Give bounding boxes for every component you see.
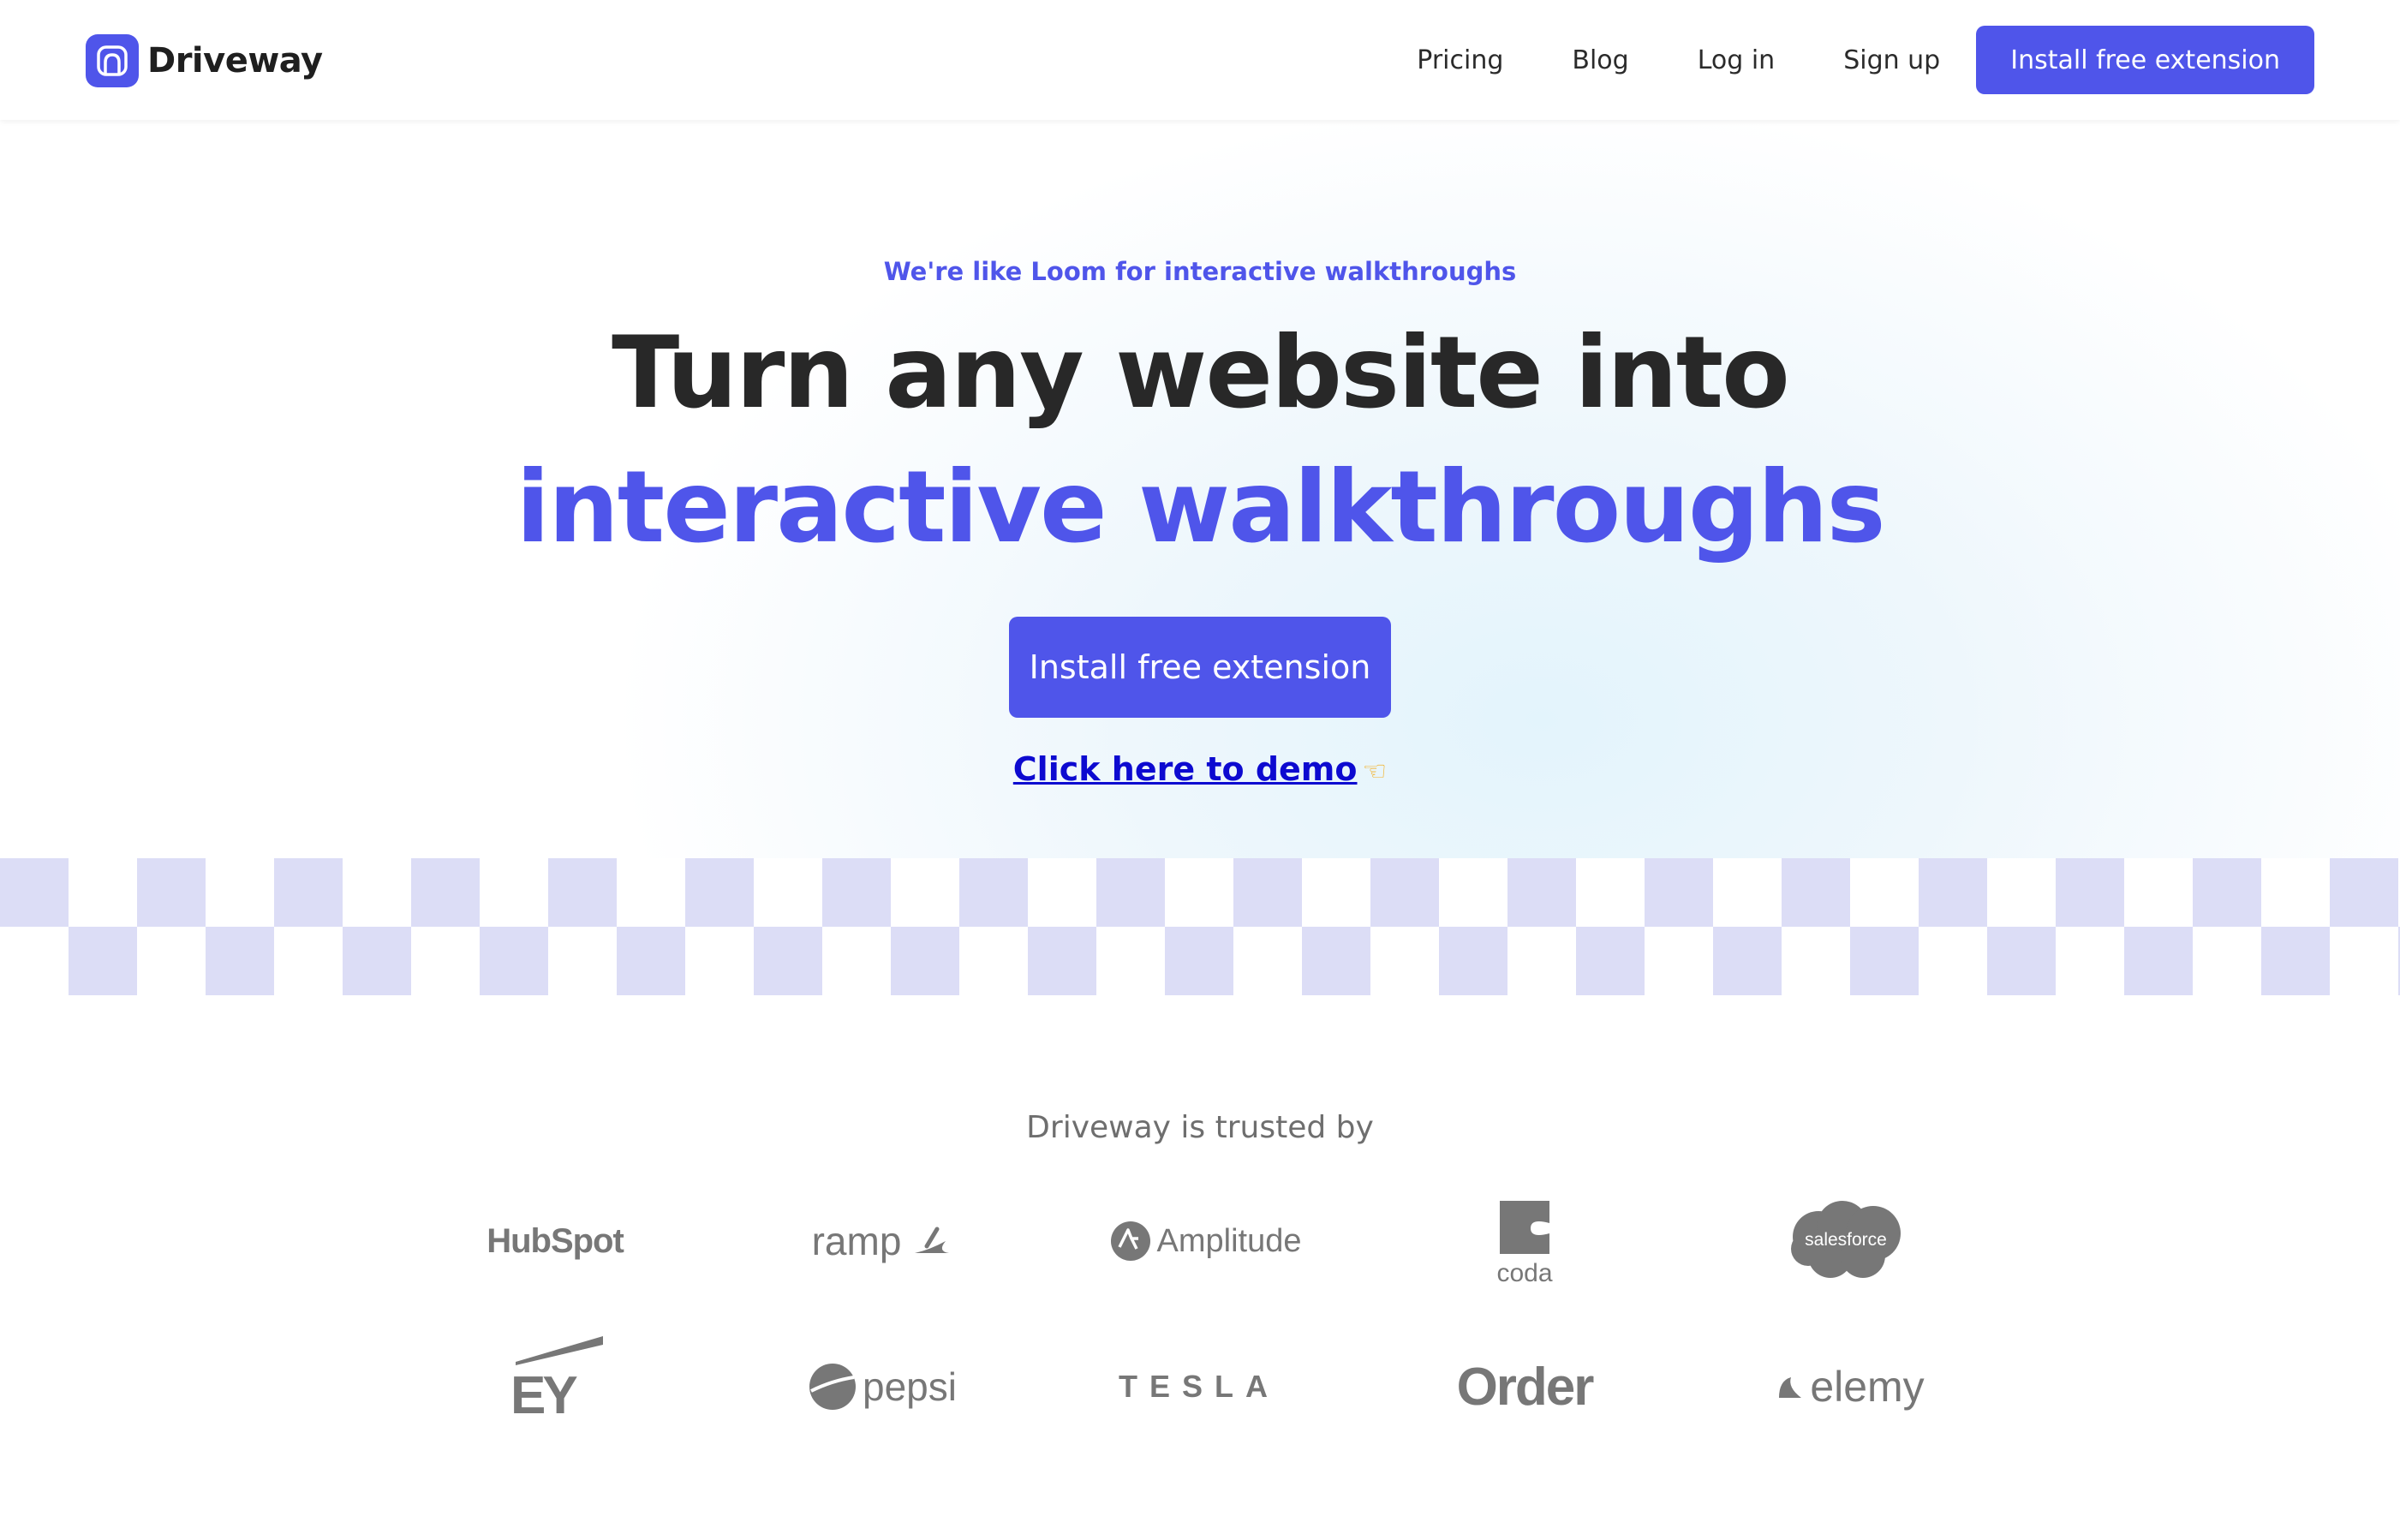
ramp-logo: ramp bbox=[788, 1203, 976, 1280]
checker-cell bbox=[1439, 927, 1507, 995]
checker-cell bbox=[2193, 858, 2261, 927]
checker-cell bbox=[411, 858, 480, 927]
nav-pricing-link[interactable]: Pricing bbox=[1417, 45, 1503, 75]
checker-cell bbox=[274, 858, 343, 927]
checker-cell bbox=[1096, 858, 1165, 927]
tesla-logo: TESLA bbox=[1118, 1369, 1280, 1404]
checker-cell bbox=[1028, 927, 1096, 995]
checker-cell bbox=[1713, 927, 1782, 995]
checker-cell bbox=[2261, 927, 2330, 995]
checker-cell bbox=[617, 927, 685, 995]
top-navigation-bar: Driveway Pricing Blog Log in Sign up Ins… bbox=[0, 0, 2400, 120]
checker-cell bbox=[69, 927, 137, 995]
checker-cell bbox=[1782, 858, 1850, 927]
hero-headline-line1: Turn any website into bbox=[612, 315, 1790, 431]
nav-blog-link[interactable]: Blog bbox=[1572, 45, 1628, 75]
checker-cell bbox=[891, 927, 959, 995]
checker-cell bbox=[206, 927, 274, 995]
elemy-leaf-icon bbox=[1779, 1377, 1802, 1398]
checker-cell bbox=[2330, 858, 2398, 927]
checker-cell bbox=[2056, 858, 2124, 927]
checker-cell bbox=[1919, 858, 1987, 927]
checker-cell bbox=[1645, 858, 1713, 927]
ey-logo: EY bbox=[497, 1328, 617, 1430]
checker-cell bbox=[1576, 927, 1645, 995]
ey-beam-icon bbox=[516, 1336, 603, 1365]
checker-cell bbox=[1507, 858, 1576, 927]
demo-link[interactable]: Click here to demo bbox=[1013, 750, 1358, 788]
header-install-extension-button[interactable]: Install free extension bbox=[1976, 26, 2314, 94]
salesforce-logo: salesforce bbox=[1782, 1197, 1910, 1283]
checker-cell bbox=[137, 858, 206, 927]
demo-link-wrapper: Click here to demo ☜ bbox=[0, 750, 2400, 788]
checker-cell bbox=[548, 858, 617, 927]
amplitude-icon bbox=[1110, 1221, 1150, 1261]
logo-text: Driveway bbox=[147, 41, 323, 81]
checker-cell bbox=[754, 927, 822, 995]
checker-cell bbox=[1302, 927, 1370, 995]
trusted-by-heading: Driveway is trusted by bbox=[1026, 1110, 1374, 1145]
pepsi-logo: pepsi bbox=[788, 1348, 976, 1425]
nav-links: Pricing Blog Log in Sign up Install free… bbox=[1417, 26, 2314, 94]
checker-cell bbox=[959, 858, 1028, 927]
nav-login-link[interactable]: Log in bbox=[1698, 45, 1775, 75]
checker-cell bbox=[1370, 858, 1439, 927]
hero-tagline: We're like Loom for interactive walkthro… bbox=[883, 257, 1517, 286]
checker-cell bbox=[685, 858, 754, 927]
driveway-logo-icon bbox=[86, 34, 139, 87]
coda-icon bbox=[1500, 1201, 1549, 1254]
checker-cell bbox=[1165, 927, 1233, 995]
coda-logo: coda bbox=[1456, 1196, 1593, 1290]
checker-cell bbox=[480, 927, 548, 995]
elemy-logo: elemy bbox=[1747, 1348, 1953, 1425]
driveway-logo[interactable]: Driveway bbox=[86, 34, 323, 87]
hubspot-logo: HubSpot bbox=[487, 1221, 624, 1260]
checker-cell bbox=[1987, 927, 2056, 995]
checkered-divider bbox=[0, 858, 2400, 995]
checker-cell bbox=[2124, 927, 2193, 995]
ramp-icon bbox=[915, 1227, 950, 1253]
checker-cell bbox=[1850, 927, 1919, 995]
hero-headline-line2: interactive walkthroughs bbox=[516, 450, 1885, 565]
checker-cell bbox=[1233, 858, 1302, 927]
hero-section: We're like Loom for interactive walkthro… bbox=[0, 120, 2400, 858]
pointing-hand-icon: ☜ bbox=[1362, 755, 1388, 787]
checker-cell bbox=[822, 858, 891, 927]
checker-cell bbox=[0, 858, 69, 927]
checker-cell bbox=[343, 927, 411, 995]
pepsi-globe-icon bbox=[809, 1364, 857, 1410]
nav-signup-link[interactable]: Sign up bbox=[1843, 45, 1940, 75]
amplitude-logo: Amplitude bbox=[1090, 1203, 1321, 1280]
hero-install-extension-button[interactable]: Install free extension bbox=[1009, 617, 1391, 718]
order-logo: Order bbox=[1456, 1357, 1595, 1417]
